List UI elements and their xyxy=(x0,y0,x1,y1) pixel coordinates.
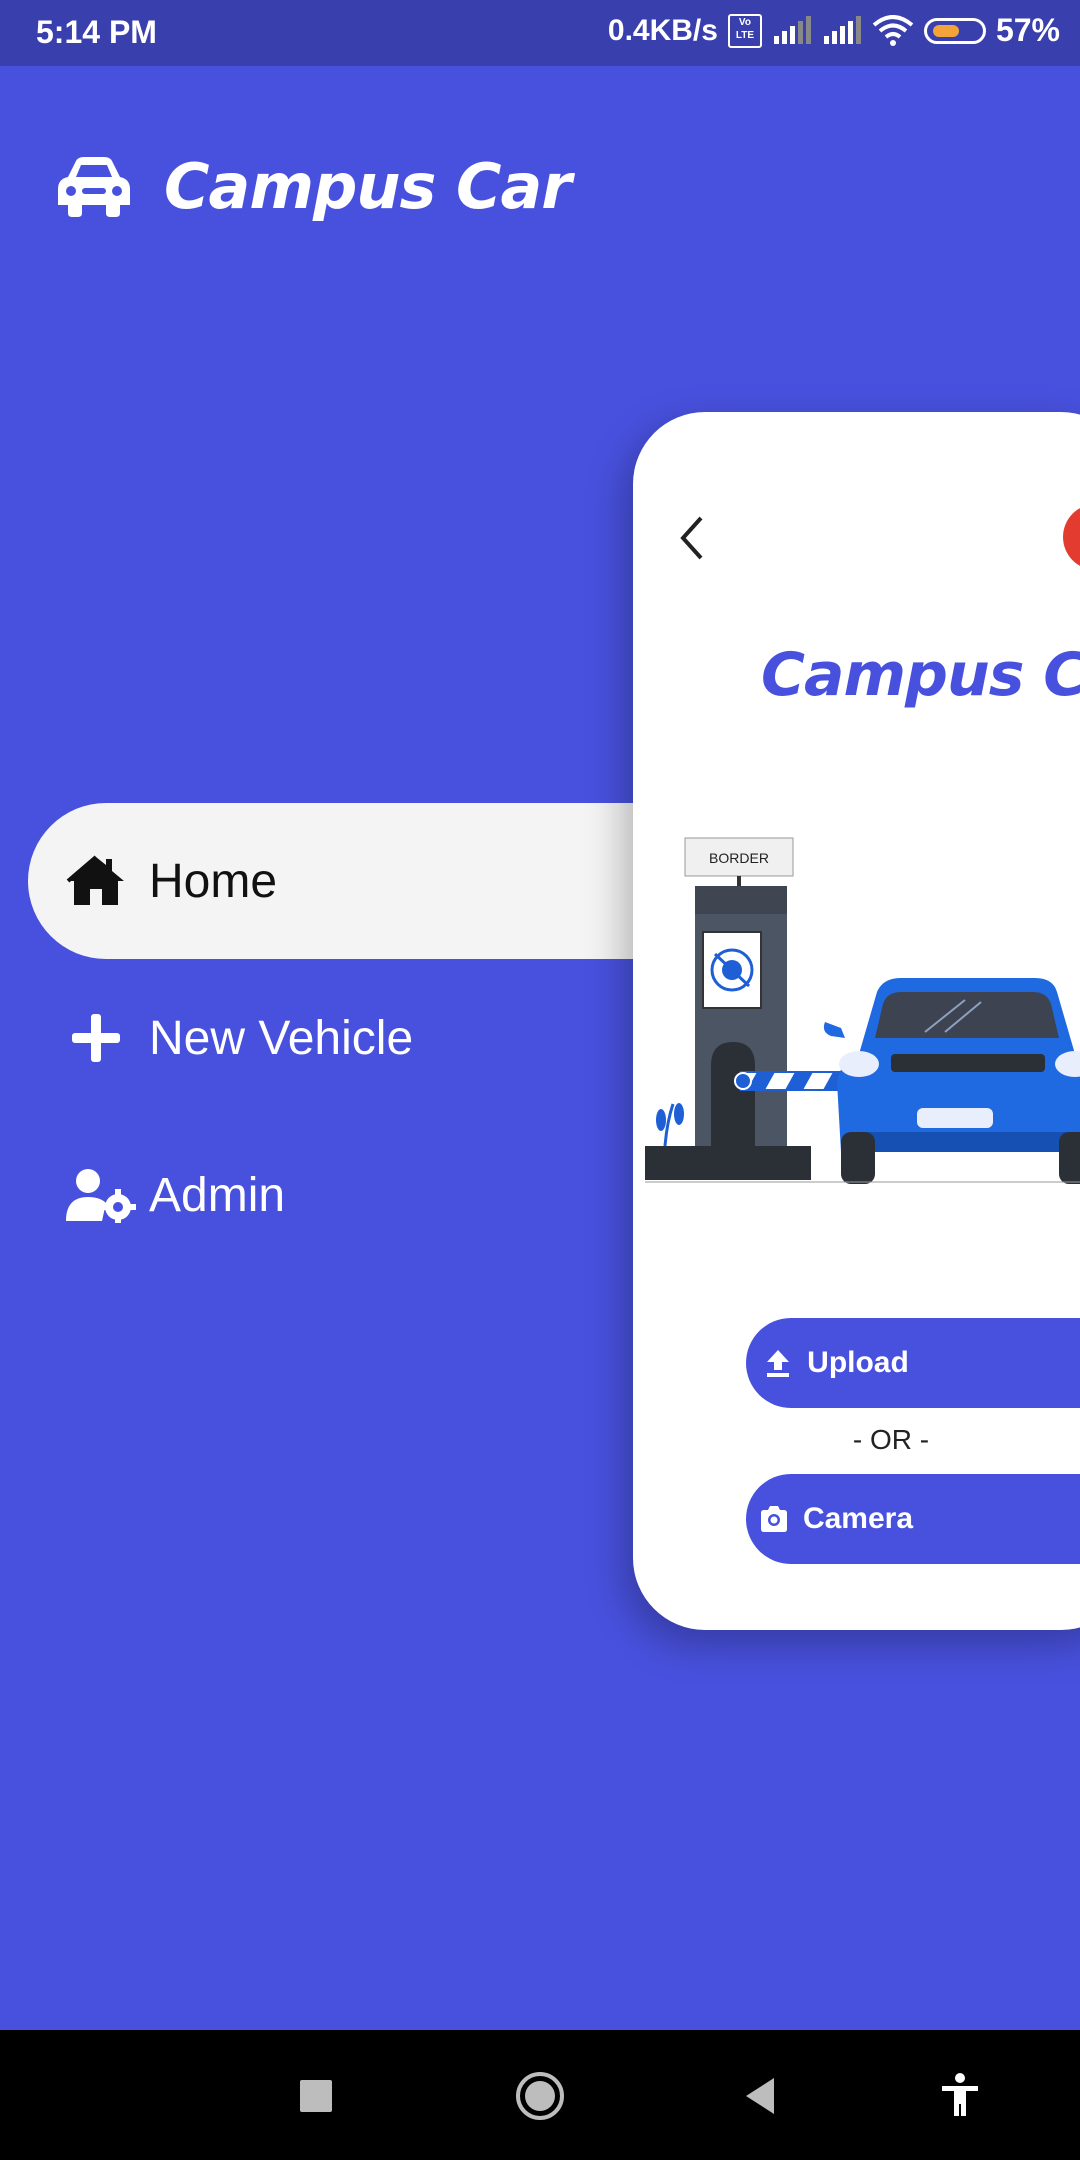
signal-icon xyxy=(823,15,861,44)
wifi-icon xyxy=(872,14,914,46)
app-title: Campus Car xyxy=(164,150,572,223)
or-divider: - OR - xyxy=(852,1424,930,1455)
accessibility-icon[interactable] xyxy=(932,2068,988,2124)
recents-icon[interactable] xyxy=(288,2068,344,2124)
upload-icon xyxy=(767,1350,790,1377)
notification-dot[interactable] xyxy=(1063,504,1080,570)
battery-icon xyxy=(923,17,986,44)
camera-icon xyxy=(760,1506,787,1532)
drawer-header: Campus Car xyxy=(54,150,572,223)
upload-button-label: Upload xyxy=(807,1346,909,1379)
upload-button[interactable]: Upload xyxy=(746,1318,1080,1408)
status-time: 5:14 PM xyxy=(36,14,157,50)
car-icon xyxy=(58,156,130,217)
camera-button-label: Camera xyxy=(802,1502,914,1535)
status-bar: 5:14 PM 0.4KB/s Vo LTE 57% xyxy=(0,0,1080,66)
system-nav-bar xyxy=(0,2030,1080,2160)
chevron-left-icon[interactable] xyxy=(671,512,711,564)
drawer-item-new-vehicle[interactable]: New Vehicle xyxy=(28,960,668,1116)
drawer-item-label: New Vehicle xyxy=(149,1011,414,1065)
home-icon xyxy=(66,855,124,905)
net-speed: 0.4KB/s xyxy=(607,13,718,47)
status-right: 0.4KB/s Vo LTE 57% xyxy=(608,12,1060,49)
card-title: Campus Car xyxy=(761,640,1080,710)
drawer-item-admin[interactable]: Admin xyxy=(28,1117,668,1273)
main-screen-card[interactable]: Campus Car BORDER xyxy=(633,412,1080,1630)
border-sign-text: BORDER xyxy=(709,850,769,866)
signal-icon xyxy=(773,15,811,44)
volte-badge: Vo LTE xyxy=(727,13,762,48)
battery-percent: 57% xyxy=(995,12,1060,48)
drawer-item-home[interactable]: Home xyxy=(28,803,668,959)
back-triangle-icon[interactable] xyxy=(734,2068,790,2124)
home-circle-icon[interactable] xyxy=(512,2068,568,2124)
border-gate-illustration: BORDER xyxy=(645,837,1080,1184)
plus-icon xyxy=(72,1014,120,1062)
drawer-item-label: Admin xyxy=(149,1168,286,1222)
user-gear-icon xyxy=(66,1169,136,1223)
drawer-item-label: Home xyxy=(149,854,278,908)
camera-button[interactable]: Camera xyxy=(746,1474,1080,1564)
